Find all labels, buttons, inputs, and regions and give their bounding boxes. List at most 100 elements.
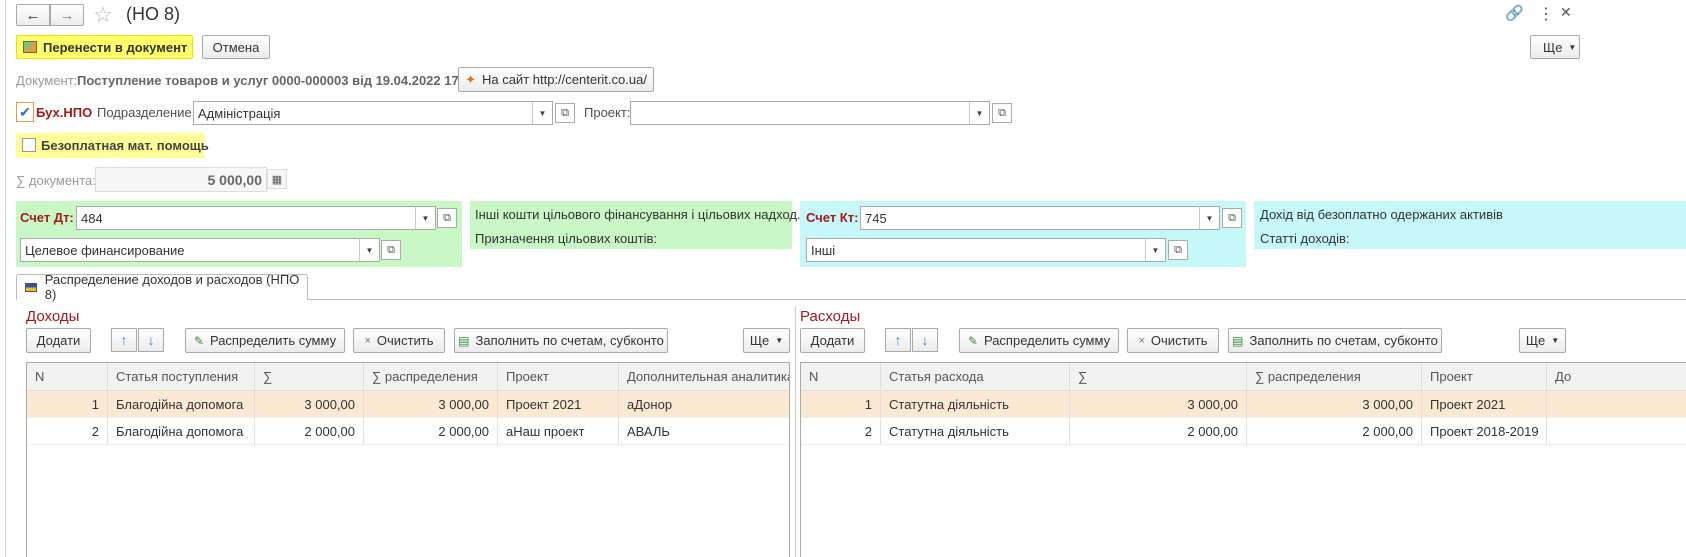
clear-x-icon: ×	[364, 334, 371, 347]
expense-col-article[interactable]: Статья расхода	[881, 363, 1070, 390]
income-row-distribution[interactable]: 2 000,00	[364, 418, 498, 444]
open-project-icon[interactable]: ⧉	[992, 103, 1012, 123]
income-row-analytics[interactable]: аДонор	[619, 391, 789, 417]
expense-clear-button[interactable]: × Очистить	[1127, 328, 1219, 353]
income-row-sum[interactable]: 3 000,00	[255, 391, 364, 417]
npo-checkbox[interactable]: ✔	[16, 102, 34, 122]
expense-col-n[interactable]: N	[801, 363, 881, 390]
income-table[interactable]: N Статья поступления ∑ ∑ распределения П…	[26, 362, 790, 557]
credit-label: Счет Кт:	[806, 210, 859, 225]
move-up-icon[interactable]: ↑	[885, 328, 911, 352]
income-clear-button[interactable]: × Очистить	[353, 328, 445, 353]
income-row-sum[interactable]: 2 000,00	[255, 418, 364, 444]
income-col-distribution[interactable]: ∑ распределения	[364, 363, 498, 390]
income-row-article[interactable]: Благодійна допомога	[108, 418, 255, 444]
income-row-project[interactable]: аНаш проект	[498, 418, 619, 444]
expense-row-analytics[interactable]	[1547, 391, 1686, 417]
free-help-checkbox[interactable]	[22, 138, 36, 152]
tab-distribution[interactable]: Распределение доходов и расходов (НПО 8)	[16, 272, 308, 302]
division-field[interactable]: Адміністрація ▼	[193, 101, 553, 125]
panel-splitter[interactable]	[795, 306, 796, 557]
expense-row-project[interactable]: Проект 2018-2019	[1422, 418, 1547, 444]
income-col-article[interactable]: Статья поступления	[108, 363, 255, 390]
open-division-icon[interactable]: ⧉	[555, 103, 575, 123]
expense-distribute-button[interactable]: ✎ Распределить сумму	[959, 328, 1119, 353]
project-field[interactable]: ▼	[630, 101, 990, 125]
income-row-n[interactable]: 1	[27, 391, 108, 417]
debit-subconto-value: Целевое финансирование	[25, 242, 185, 258]
expense-row-analytics[interactable]	[1547, 418, 1686, 444]
open-debit-account-icon[interactable]: ⧉	[437, 208, 457, 228]
income-distribute-button[interactable]: ✎ Распределить сумму	[185, 328, 345, 353]
more-button[interactable]: Ще ▼	[1530, 35, 1580, 59]
income-fill-button[interactable]: ▤ Заполнить по счетам, субконто	[454, 328, 668, 353]
chevron-down-icon[interactable]: ▼	[359, 239, 379, 261]
expense-row-sum[interactable]: 2 000,00	[1070, 418, 1247, 444]
expense-row-distribution[interactable]: 2 000,00	[1247, 418, 1422, 444]
star-icon[interactable]: ☆	[93, 2, 113, 28]
link-icon[interactable]: 🔗	[1505, 4, 1524, 22]
income-row-distribution[interactable]: 3 000,00	[364, 391, 498, 417]
back-button[interactable]: ←	[16, 4, 50, 26]
open-debit-subconto-icon[interactable]: ⧉	[381, 240, 401, 260]
income-row-project[interactable]: Проект 2021	[498, 391, 619, 417]
document-value[interactable]: Поступление товаров и услуг 0000-000003 …	[77, 73, 474, 88]
expense-more-button[interactable]: Ще ▼	[1519, 328, 1566, 353]
expense-row-article[interactable]: Статутна діяльність	[881, 391, 1070, 417]
site-button[interactable]: ✦ На сайт http://centerit.co.ua/	[458, 67, 654, 92]
chevron-down-icon: ▼	[775, 336, 784, 345]
income-col-analytics[interactable]: Дополнительная аналитика	[619, 363, 789, 390]
expense-add-button[interactable]: Додати	[800, 328, 865, 353]
credit-subconto-field[interactable]: Інші ▼	[806, 238, 1166, 262]
cancel-button[interactable]: Отмена	[202, 35, 270, 59]
chevron-down-icon[interactable]: ▼	[1199, 207, 1219, 229]
income-add-button[interactable]: Додати	[26, 328, 91, 353]
credit-desc2: Статті доходів:	[1260, 231, 1350, 246]
income-more-button[interactable]: Ще ▼	[743, 328, 790, 353]
move-down-icon[interactable]: ↓	[912, 328, 938, 352]
expense-col-analytics[interactable]: До	[1547, 363, 1686, 390]
expense-more-label: Ще	[1525, 333, 1546, 348]
income-row-analytics[interactable]: АВАЛЬ	[619, 418, 789, 444]
income-col-sum[interactable]: ∑	[255, 363, 364, 390]
expense-col-distribution[interactable]: ∑ распределения	[1247, 363, 1422, 390]
expense-row-n[interactable]: 1	[801, 391, 881, 417]
move-down-icon[interactable]: ↓	[138, 328, 164, 352]
open-credit-subconto-icon[interactable]: ⧉	[1168, 240, 1188, 260]
debit-account-field[interactable]: 484 ▼	[76, 206, 436, 230]
expense-col-sum[interactable]: ∑	[1070, 363, 1247, 390]
open-credit-account-icon[interactable]: ⧉	[1222, 208, 1242, 228]
chevron-down-icon[interactable]: ▼	[1145, 239, 1165, 261]
expense-title: Расходы	[800, 308, 861, 325]
income-more-label: Ще	[749, 333, 770, 348]
forward-button[interactable]: →	[50, 4, 84, 26]
close-icon[interactable]: ✕	[1560, 4, 1572, 21]
chevron-down-icon: ▼	[1568, 42, 1577, 52]
income-col-n[interactable]: N	[27, 363, 108, 390]
expense-clear-label: Очистить	[1150, 333, 1208, 348]
expense-fill-button[interactable]: ▤ Заполнить по счетам, субконто	[1228, 328, 1442, 353]
expense-row-sum[interactable]: 3 000,00	[1070, 391, 1247, 417]
debit-subconto-field[interactable]: Целевое финансирование ▼	[20, 238, 380, 262]
expense-row-distribution[interactable]: 3 000,00	[1247, 391, 1422, 417]
move-up-icon[interactable]: ↑	[111, 328, 137, 352]
expense-col-project[interactable]: Проект	[1422, 363, 1547, 390]
income-col-project[interactable]: Проект	[498, 363, 619, 390]
more-vertical-icon[interactable]: ⋮	[1538, 4, 1554, 24]
table-row[interactable]: 1 Благодійна допомога 3 000,00 3 000,00 …	[27, 391, 789, 418]
table-row[interactable]: 2 Благодійна допомога 2 000,00 2 000,00 …	[27, 418, 789, 445]
chevron-down-icon[interactable]: ▼	[415, 207, 435, 229]
arrow-right-icon: →	[59, 6, 75, 24]
expense-row-article[interactable]: Статутна діяльність	[881, 418, 1070, 444]
table-row[interactable]: 1 Статутна діяльність 3 000,00 3 000,00 …	[801, 391, 1686, 418]
credit-account-field[interactable]: 745 ▼	[860, 206, 1220, 230]
transfer-to-document-button[interactable]: Перенести в документ	[16, 35, 193, 59]
income-row-article[interactable]: Благодійна допомога	[108, 391, 255, 417]
chevron-down-icon[interactable]: ▼	[532, 102, 552, 124]
income-row-n[interactable]: 2	[27, 418, 108, 444]
expense-row-project[interactable]: Проект 2021	[1422, 391, 1547, 417]
table-row[interactable]: 2 Статутна діяльність 2 000,00 2 000,00 …	[801, 418, 1686, 445]
expense-table[interactable]: N Статья расхода ∑ ∑ распределения Проек…	[800, 362, 1686, 557]
expense-row-n[interactable]: 2	[801, 418, 881, 444]
chevron-down-icon[interactable]: ▼	[969, 102, 989, 124]
